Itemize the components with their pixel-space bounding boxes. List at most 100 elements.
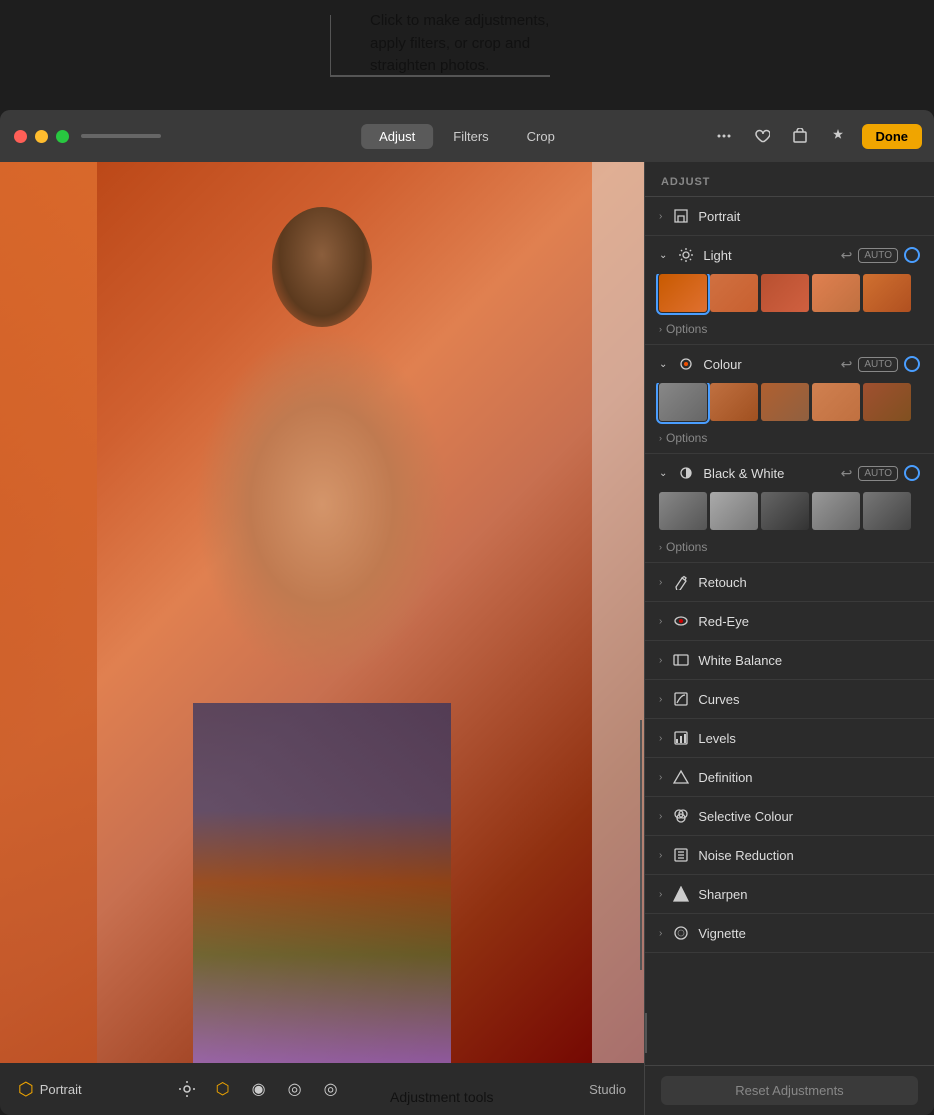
- colour-thumb-4[interactable]: [863, 383, 911, 421]
- colour-auto-badge[interactable]: AUTO: [858, 357, 898, 372]
- tab-adjust[interactable]: Adjust: [361, 124, 433, 149]
- light-section-title: Light: [703, 248, 832, 263]
- bw-thumb-0[interactable]: [659, 492, 707, 530]
- brightness-slider[interactable]: [81, 134, 161, 138]
- annotation-line-right: [640, 720, 642, 970]
- white-balance-label: White Balance: [698, 653, 920, 668]
- colour-thumb-3[interactable]: [812, 383, 860, 421]
- light-thumb-1[interactable]: [710, 274, 758, 312]
- curves-label: Curves: [698, 692, 920, 707]
- sidebar-item-curves[interactable]: › Curves: [645, 680, 934, 719]
- curves-icon: [672, 690, 690, 708]
- sidebar-scroll[interactable]: › Portrait ⌄: [645, 197, 934, 1065]
- titlebar: Adjust Filters Crop: [0, 110, 934, 162]
- cube-tool-icon[interactable]: ⬡: [212, 1078, 234, 1100]
- light-toggle[interactable]: [904, 247, 920, 263]
- more-options-button[interactable]: [710, 122, 738, 150]
- portrait-label: Portrait: [698, 209, 920, 224]
- colour-thumb-1[interactable]: [710, 383, 758, 421]
- bw-undo-icon[interactable]: ↩: [841, 465, 853, 482]
- colour-section-header[interactable]: ⌄ Colour ↩ AUTO: [645, 345, 934, 383]
- bw-thumb-2[interactable]: [761, 492, 809, 530]
- chevron-down-bw-icon: ⌄: [659, 468, 667, 479]
- reset-adjustments-button[interactable]: Reset Adjustments: [661, 1076, 918, 1105]
- sidebar-item-portrait[interactable]: › Portrait: [645, 197, 934, 236]
- bw-section-header[interactable]: ⌄ Black & White ↩ AUTO: [645, 454, 934, 492]
- vignette-icon: [672, 924, 690, 942]
- sun-icon-tool[interactable]: [176, 1078, 198, 1100]
- tab-crop[interactable]: Crop: [509, 124, 573, 149]
- callout-line: [330, 75, 550, 77]
- bw-thumb-4[interactable]: [863, 492, 911, 530]
- photo-display: [0, 162, 644, 1063]
- bw-toggle[interactable]: [904, 465, 920, 481]
- photo-area: ⬡ Portrait ⬡ ◉ ◎: [0, 162, 644, 1115]
- light-thumb-4[interactable]: [863, 274, 911, 312]
- bw-thumb-1[interactable]: [710, 492, 758, 530]
- definition-label: Definition: [698, 770, 920, 785]
- circle-dark-icon[interactable]: ◉: [248, 1078, 270, 1100]
- sidebar-item-retouch[interactable]: › Retouch: [645, 563, 934, 602]
- light-thumb-3[interactable]: [812, 274, 860, 312]
- light-undo-icon[interactable]: ↩: [841, 247, 853, 264]
- circle-icon-1[interactable]: ◎: [284, 1078, 306, 1100]
- options-chevron-light-icon: ›: [659, 324, 662, 334]
- chevron-right-red-eye-icon: ›: [659, 616, 662, 627]
- light-controls: ↩ AUTO: [841, 247, 920, 264]
- chevron-right-icon: ›: [659, 211, 662, 222]
- retouch-icon: [672, 573, 690, 591]
- chevron-right-wb-icon: ›: [659, 655, 662, 666]
- favorite-button[interactable]: [748, 122, 776, 150]
- maximize-button[interactable]: [56, 130, 69, 143]
- light-options-row[interactable]: › Options: [645, 318, 934, 344]
- light-auto-badge[interactable]: AUTO: [858, 248, 898, 263]
- photo-toolbar: ⬡ Portrait ⬡ ◉ ◎: [0, 1063, 644, 1115]
- levels-label: Levels: [698, 731, 920, 746]
- portrait-icon: [672, 207, 690, 225]
- colour-toggle[interactable]: [904, 356, 920, 372]
- sidebar-item-definition[interactable]: › Definition: [645, 758, 934, 797]
- main-content: ⬡ Portrait ⬡ ◉ ◎: [0, 162, 934, 1115]
- light-section-header[interactable]: ⌄ Light ↩: [645, 236, 934, 274]
- tab-filters[interactable]: Filters: [435, 124, 506, 149]
- colour-thumb-0[interactable]: [659, 383, 707, 421]
- magic-button[interactable]: [824, 122, 852, 150]
- circle-icon-2[interactable]: ◎: [320, 1078, 342, 1100]
- white-balance-icon: [672, 651, 690, 669]
- light-thumb-0[interactable]: [659, 274, 707, 312]
- colour-options-row[interactable]: › Options: [645, 427, 934, 453]
- chevron-right-selective-icon: ›: [659, 811, 662, 822]
- selective-colour-icon: [672, 807, 690, 825]
- sidebar-item-levels[interactable]: › Levels: [645, 719, 934, 758]
- sidebar-item-selective-colour[interactable]: › Selective Colour: [645, 797, 934, 836]
- chevron-right-levels-icon: ›: [659, 733, 662, 744]
- colour-undo-icon[interactable]: ↩: [841, 356, 853, 373]
- minimize-button[interactable]: [35, 130, 48, 143]
- colour-icon: [677, 355, 695, 373]
- bw-options-row[interactable]: › Options: [645, 536, 934, 562]
- chevron-right-sharpen-icon: ›: [659, 889, 662, 900]
- sidebar-item-vignette[interactable]: › Vignette: [645, 914, 934, 953]
- light-icon: [677, 246, 695, 264]
- close-button[interactable]: [14, 130, 27, 143]
- bw-auto-badge[interactable]: AUTO: [858, 466, 898, 481]
- sidebar-item-red-eye[interactable]: › Red-Eye: [645, 602, 934, 641]
- titlebar-right: Done: [710, 122, 923, 150]
- bw-thumb-3[interactable]: [812, 492, 860, 530]
- sidebar-item-sharpen[interactable]: › Sharpen: [645, 875, 934, 914]
- done-button[interactable]: Done: [862, 124, 923, 149]
- sidebar: ADJUST › Portrait ⌄: [644, 162, 934, 1115]
- colour-thumb-2[interactable]: [761, 383, 809, 421]
- light-thumb-2[interactable]: [761, 274, 809, 312]
- sidebar-item-white-balance[interactable]: › White Balance: [645, 641, 934, 680]
- bw-controls: ↩ AUTO: [841, 465, 920, 482]
- portrait-mode-label[interactable]: ⬡ Portrait: [18, 1079, 82, 1100]
- chevron-right-vignette-icon: ›: [659, 928, 662, 939]
- chevron-down-light-icon: ⌄: [659, 250, 667, 261]
- colour-controls: ↩ AUTO: [841, 356, 920, 373]
- share-button[interactable]: [786, 122, 814, 150]
- red-eye-label: Red-Eye: [698, 614, 920, 629]
- sidebar-header: ADJUST: [645, 162, 934, 197]
- sharpen-icon: [672, 885, 690, 903]
- sidebar-item-noise-reduction[interactable]: › Noise Reduction: [645, 836, 934, 875]
